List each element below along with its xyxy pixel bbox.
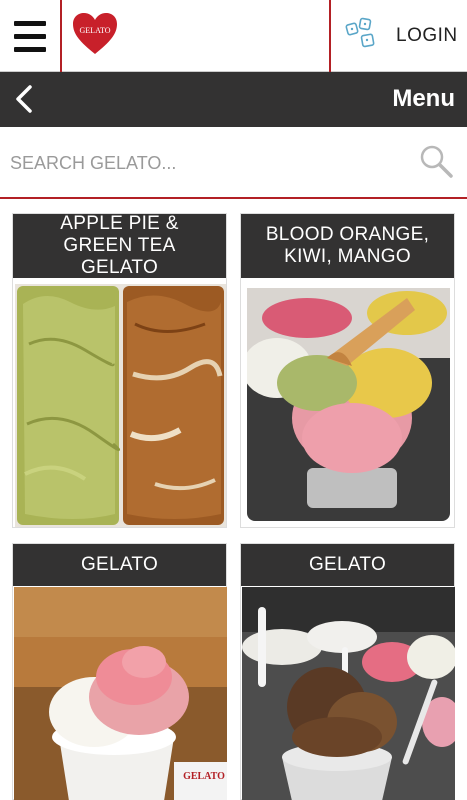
product-card[interactable]: BLOOD ORANGE, KIWI, MANGO — [240, 213, 455, 528]
product-card[interactable]: GELATO — [240, 543, 455, 800]
menu-bar: Menu — [0, 72, 467, 127]
gelato-heart-logo[interactable]: GELATO — [72, 12, 118, 56]
back-chevron-icon[interactable] — [12, 84, 36, 114]
hamburger-menu-icon[interactable] — [0, 0, 62, 72]
login-button[interactable]: LOGIN — [396, 25, 458, 47]
menu-title[interactable]: Menu — [392, 85, 455, 113]
product-image — [15, 284, 226, 527]
login-cubes-icon[interactable] — [343, 16, 379, 52]
product-title: GELATO — [13, 544, 226, 586]
logo-text: GELATO — [80, 26, 111, 35]
search-icon[interactable] — [418, 143, 454, 179]
header-divider — [329, 0, 331, 72]
product-card[interactable]: GELATO GELATO — [12, 543, 227, 800]
product-title: APPLE PIE & GREEN TEA GELATO — [13, 213, 226, 278]
product-card[interactable]: APPLE PIE & GREEN TEA GELATO — [12, 213, 227, 528]
product-image — [242, 587, 455, 800]
photo-brand-label: GELATO — [183, 771, 225, 782]
search-bar — [0, 127, 467, 199]
product-image: GELATO — [14, 587, 227, 800]
product-title: GELATO — [241, 544, 454, 586]
search-input[interactable] — [10, 147, 390, 179]
top-header: GELATO LOGIN — [0, 0, 467, 72]
product-title: BLOOD ORANGE, KIWI, MANGO — [241, 214, 454, 278]
product-image — [247, 288, 450, 521]
